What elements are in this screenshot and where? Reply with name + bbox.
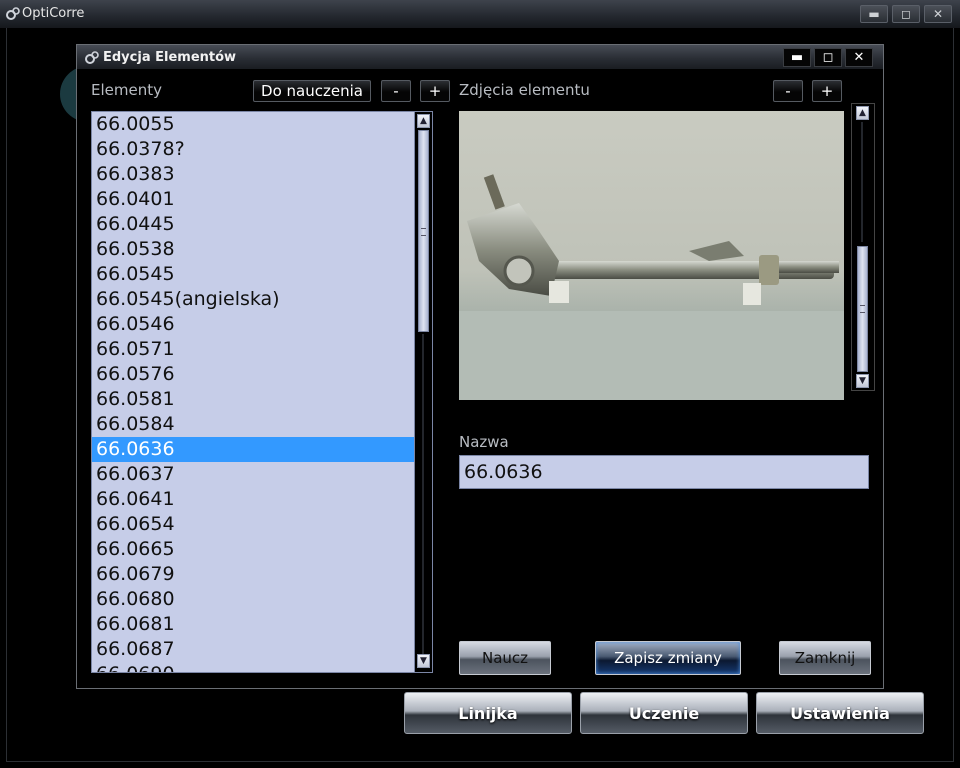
scroll-track[interactable] xyxy=(422,334,424,654)
app-close-button[interactable]: ✕ xyxy=(924,5,952,23)
elements-list-scroll-thumb[interactable] xyxy=(418,130,429,332)
list-item[interactable]: 66.0687 xyxy=(92,637,430,662)
elements-list-items: 66.0055 66.0378? 66.0383 66.0401 66.0445 66.0… xyxy=(92,112,432,672)
list-item[interactable]: 66.0538 xyxy=(92,237,430,262)
app-title: OptiCorre xyxy=(22,6,85,21)
list-item[interactable]: 66.0665 xyxy=(92,537,430,562)
close-button[interactable]: Zamknij xyxy=(779,641,871,675)
chevron-down-icon[interactable]: ▼ xyxy=(856,374,869,388)
list-item[interactable]: 66.0571 xyxy=(92,337,430,362)
edit-elements-dialog: Edycja Elementów ▬ ◻ ✕ Elementy Do naucz… xyxy=(76,44,884,689)
element-remove-button[interactable]: - xyxy=(381,80,411,102)
list-item[interactable]: 66.0681 xyxy=(92,612,430,637)
teach-button[interactable]: Naucz xyxy=(459,641,551,675)
list-item[interactable]: 66.0679 xyxy=(92,562,430,587)
app-maximize-button[interactable]: ◻ xyxy=(892,5,920,23)
list-item[interactable]: 66.0546 xyxy=(92,312,430,337)
scroll-grip xyxy=(421,228,426,236)
chevron-up-icon[interactable]: ▲ xyxy=(856,106,869,120)
dialog-maximize-button[interactable]: ◻ xyxy=(814,48,842,67)
elements-list-scrollbar[interactable]: ▲ ▼ xyxy=(414,112,432,672)
settings-button[interactable]: Ustawienia xyxy=(756,692,924,734)
list-item-selected[interactable]: 66.0636 xyxy=(92,437,430,462)
name-label: Nazwa xyxy=(459,433,509,451)
scroll-grip xyxy=(860,305,865,313)
app-titlebar: OptiCorre ▬ ◻ ✕ xyxy=(0,0,960,29)
dialog-titlebar: Edycja Elementów ▬ ◻ ✕ xyxy=(77,45,883,69)
list-item[interactable]: 66.0680 xyxy=(92,587,430,612)
learning-button[interactable]: Uczenie xyxy=(580,692,748,734)
to-learn-button[interactable]: Do nauczenia xyxy=(253,80,371,102)
elements-list[interactable]: 66.0055 66.0378? 66.0383 66.0401 66.0445 66.0… xyxy=(91,111,433,673)
list-item[interactable]: 66.0690 xyxy=(92,662,430,672)
list-item[interactable]: 66.0637 xyxy=(92,462,430,487)
dialog-title: Edycja Elementów xyxy=(103,50,237,65)
gears-icon xyxy=(85,51,99,64)
list-item[interactable]: 66.0584 xyxy=(92,412,430,437)
list-item[interactable]: 66.0383 xyxy=(92,162,430,187)
element-add-button[interactable]: + xyxy=(420,80,450,102)
photo-remove-button[interactable]: - xyxy=(773,80,803,102)
list-item[interactable]: 66.0445 xyxy=(92,212,430,237)
list-item[interactable]: 66.0576 xyxy=(92,362,430,387)
app-minimize-button[interactable]: ▬ xyxy=(860,5,888,23)
list-item[interactable]: 66.0545(angielska) xyxy=(92,287,430,312)
dialog-close-button[interactable]: ✕ xyxy=(845,48,873,67)
chevron-down-icon[interactable]: ▼ xyxy=(417,654,430,668)
name-field[interactable] xyxy=(459,455,869,489)
list-item[interactable]: 66.0055 xyxy=(92,112,430,137)
list-item[interactable]: 66.0654 xyxy=(92,512,430,537)
gears-icon xyxy=(6,7,20,20)
photo-add-button[interactable]: + xyxy=(812,80,842,102)
ruler-button[interactable]: Linijka xyxy=(404,692,572,734)
photos-label: Zdjęcia elementu xyxy=(459,81,590,99)
photos-scrollbar[interactable]: ▲ ▼ xyxy=(851,103,875,391)
list-item[interactable]: 66.0581 xyxy=(92,387,430,412)
list-item[interactable]: 66.0641 xyxy=(92,487,430,512)
list-item[interactable]: 66.0378? xyxy=(92,137,430,162)
list-item[interactable]: 66.0401 xyxy=(92,187,430,212)
steering-rack-photo xyxy=(459,111,844,400)
list-item[interactable]: 66.0545 xyxy=(92,262,430,287)
scroll-track[interactable] xyxy=(861,122,863,242)
element-photo xyxy=(459,111,844,400)
dialog-minimize-button[interactable]: ▬ xyxy=(783,48,811,67)
photos-scroll-thumb[interactable] xyxy=(857,246,868,372)
save-changes-button[interactable]: Zapisz zmiany xyxy=(595,641,741,675)
elements-label: Elementy xyxy=(91,81,162,99)
chevron-up-icon[interactable]: ▲ xyxy=(417,114,430,128)
